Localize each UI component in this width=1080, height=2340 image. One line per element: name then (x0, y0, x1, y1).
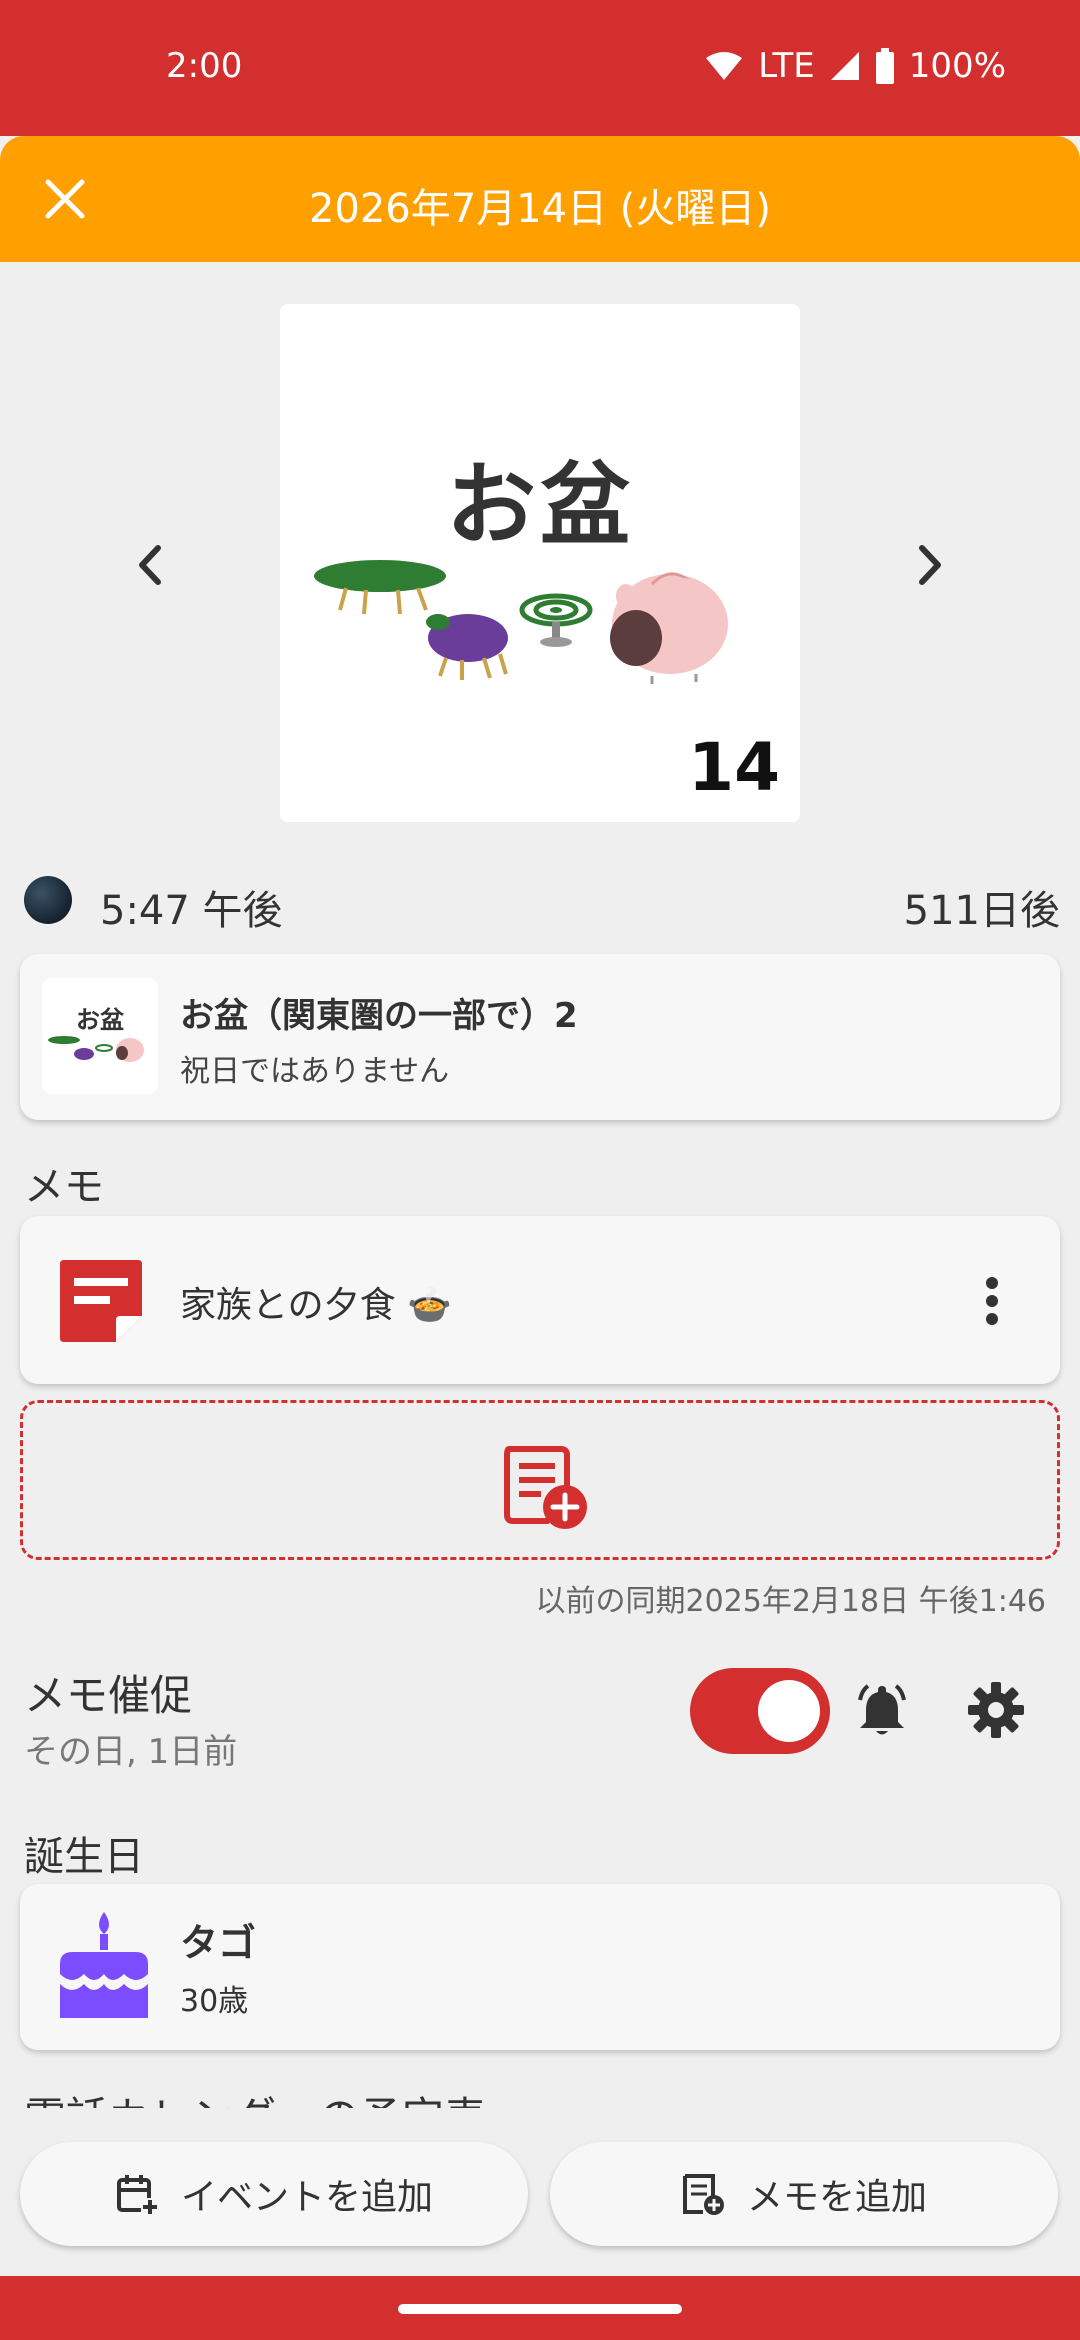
gear-icon[interactable] (966, 1680, 1026, 1740)
add-memo-placeholder[interactable] (20, 1400, 1060, 1560)
more-options-icon[interactable] (984, 1276, 1000, 1326)
holiday-thumbnail: お盆 (42, 978, 158, 1094)
birthday-section-label: 誕生日 (24, 1834, 144, 1880)
status-bar: 2:00 LTE 100% (0, 0, 1080, 136)
holiday-name: お盆（関東圏の一部で）2 (180, 996, 578, 1036)
note-add-icon (682, 2174, 724, 2215)
status-icons: LTE 100% (704, 46, 1006, 86)
moon-phase-icon (24, 876, 72, 924)
add-note-icon (504, 1446, 587, 1529)
reminder-title: メモ催促 (24, 1671, 193, 1720)
battery-icon (875, 48, 894, 84)
days-until: 511日後 (903, 888, 1060, 934)
memo-item[interactable]: 家族との夕食 🍲 (20, 1216, 1060, 1384)
memo-note-icon (60, 1260, 142, 1342)
previous-sync-text: 以前の同期2025年2月18日 午後1:46 (535, 1584, 1046, 1619)
holiday-card[interactable]: お盆 お盆（関東圏の一部で）2 祝日ではありません (20, 954, 1060, 1120)
date-title: 2026年7月14日 (火曜日) (308, 186, 772, 232)
birthday-item[interactable]: タゴ 30歳 (20, 1884, 1060, 2050)
birthday-age: 30歳 (180, 1984, 249, 2019)
reminder-toggle[interactable] (690, 1668, 830, 1754)
home-gesture-handle[interactable] (398, 2304, 682, 2314)
battery-level: 100% (908, 46, 1006, 86)
network-type: LTE (758, 46, 815, 86)
status-time: 2:00 (166, 46, 243, 86)
next-day-arrow-icon[interactable] (908, 540, 952, 590)
calendar-add-icon (116, 2175, 159, 2216)
previous-day-arrow-icon[interactable] (128, 540, 172, 590)
bell-icon[interactable] (852, 1680, 912, 1740)
phone-calendar-label-clip: 電話カレンダーの予定表 (24, 2084, 1024, 2108)
add-memo-button[interactable]: メモを追加 (550, 2142, 1058, 2246)
moon-time: 5:47 午後 (100, 888, 283, 934)
add-memo-label: メモを追加 (746, 2177, 927, 2218)
wifi-icon (706, 52, 743, 80)
system-navigation-bar (0, 2276, 1080, 2340)
birthday-name: タゴ (180, 1921, 257, 1965)
day-number: 14 (688, 729, 780, 806)
reminder-subtitle: その日, 1日前 (24, 1732, 238, 1772)
memo-text: 家族との夕食 🍲 (180, 1285, 452, 1326)
phone-calendar-section-label: 電話カレンダーの予定表 (24, 2084, 486, 2108)
app-bar: 2026年7月14日 (火曜日) (0, 136, 1080, 262)
moon-phase-row: 5:47 午後 511日後 (24, 874, 1060, 934)
add-event-label: イベントを追加 (180, 2177, 433, 2218)
bottom-action-bar: イベントを追加 メモを追加 (0, 2108, 1080, 2276)
toggle-knob (758, 1680, 820, 1742)
birthday-cake-icon (60, 1912, 148, 2018)
holiday-thumbnail-illustration (48, 1036, 144, 1062)
memo-section-label: メモ (24, 1164, 104, 1210)
add-event-button[interactable]: イベントを追加 (20, 2142, 528, 2246)
day-illustration-card: お盆 14 (280, 304, 800, 822)
signal-icon (830, 52, 859, 80)
holiday-status: 祝日ではありません (180, 1054, 450, 1089)
